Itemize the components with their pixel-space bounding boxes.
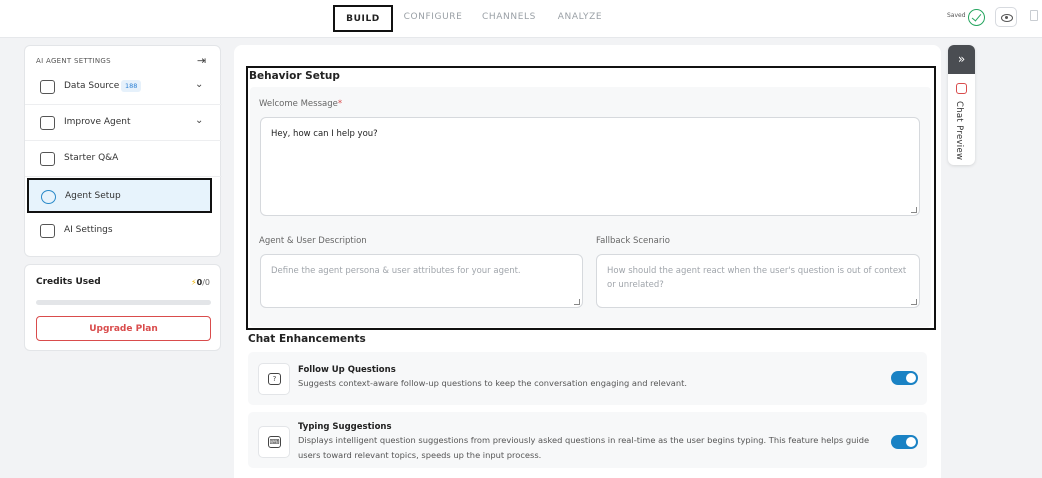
chevron-down-icon[interactable]: ⌄ <box>195 79 203 90</box>
sidebar-item-label: Data Source <box>64 81 120 91</box>
qa-icon <box>40 152 55 166</box>
typing-suggestions-title: Typing Suggestions <box>298 422 392 432</box>
welcome-message-label: Welcome Message* <box>259 99 342 109</box>
sidebar-item-label: Starter Q&A <box>64 153 119 163</box>
chevron-down-icon[interactable]: ⌄ <box>195 115 203 126</box>
follow-up-questions-description: Suggests context-aware follow-up questio… <box>298 378 688 388</box>
sidebar: AI AGENT SETTINGS ⇥ Data Source 188 ⌄ Im… <box>24 45 222 257</box>
double-chevron-right-icon[interactable]: » <box>948 45 975 74</box>
follow-up-questions-card: ? Follow Up Questions Suggests context-a… <box>248 352 927 405</box>
sidebar-item-label: AI Settings <box>64 225 113 235</box>
credits-progress-bar <box>36 300 211 305</box>
sidebar-item-improve-agent[interactable]: Improve Agent ⌄ <box>25 106 222 141</box>
sidebar-item-data-source[interactable]: Data Source 188 ⌄ <box>25 70 222 105</box>
welcome-message-label-text: Welcome Message <box>259 99 338 109</box>
ai-settings-icon <box>40 224 55 238</box>
tab-channels[interactable]: CHANNELS <box>479 5 539 32</box>
behavior-setup-section: Behavior Setup Welcome Message* Hey, how… <box>246 66 936 330</box>
tab-analyze[interactable]: ANALYZE <box>554 5 606 32</box>
agent-user-description-placeholder: Define the agent persona & user attribut… <box>271 266 521 276</box>
credits-title: Credits Used <box>36 277 101 287</box>
chat-enhancements-title: Chat Enhancements <box>248 333 366 345</box>
agent-user-description-label: Agent & User Description <box>259 236 367 246</box>
sidebar-item-starter-qa[interactable]: Starter Q&A <box>25 142 222 177</box>
document-icon[interactable] <box>1030 10 1038 21</box>
sidebar-item-label: Improve Agent <box>64 117 131 127</box>
credits-total-value: /0 <box>202 278 210 287</box>
question-bubble-icon: ? <box>258 363 290 395</box>
resize-handle-icon[interactable] <box>574 299 580 305</box>
collapse-sidebar-icon[interactable]: ⇥ <box>197 54 206 67</box>
upgrade-plan-button[interactable]: Upgrade Plan <box>36 316 211 341</box>
cloud-upload-icon <box>40 80 55 94</box>
robot-icon <box>40 116 55 130</box>
welcome-message-value: Hey, how can I help you? <box>271 129 378 139</box>
follow-up-questions-title: Follow Up Questions <box>298 365 396 375</box>
credits-count: ⚡0/0 <box>191 278 210 287</box>
sidebar-title: AI AGENT SETTINGS <box>36 57 111 65</box>
tab-configure[interactable]: CONFIGURE <box>401 5 465 32</box>
typing-suggestions-card: ⌨ Typing Suggestions Displays intelligen… <box>248 412 927 468</box>
keyboard-suggestion-icon: ⌨ <box>258 426 290 458</box>
sidebar-item-ai-settings[interactable]: AI Settings <box>25 214 222 249</box>
fallback-scenario-placeholder: How should the agent react when the user… <box>607 266 907 290</box>
resize-handle-icon[interactable] <box>911 299 917 305</box>
fallback-scenario-input[interactable]: How should the agent react when the user… <box>596 254 920 308</box>
typing-suggestions-toggle[interactable] <box>891 435 918 449</box>
typing-suggestions-description: Displays intelligent question suggestion… <box>298 435 870 460</box>
sidebar-item-label: Agent Setup <box>65 191 121 201</box>
required-marker: * <box>337 99 343 109</box>
behavior-setup-panel: Welcome Message* Hey, how can I help you… <box>250 87 931 327</box>
saved-status-label: Saved <box>947 12 966 19</box>
welcome-message-input[interactable]: Hey, how can I help you? <box>260 117 920 216</box>
follow-up-questions-toggle[interactable] <box>891 371 918 385</box>
preview-eye-button[interactable] <box>995 7 1017 27</box>
chat-bot-icon <box>956 83 967 94</box>
agent-user-description-input[interactable]: Define the agent persona & user attribut… <box>260 254 583 308</box>
resize-handle-icon[interactable] <box>911 207 917 213</box>
credits-card: Credits Used ⚡0/0 Upgrade Plan <box>24 264 221 351</box>
chat-preview-label: Chat Preview <box>954 101 964 161</box>
behavior-setup-title: Behavior Setup <box>249 70 340 82</box>
data-source-count-badge: 188 <box>121 80 142 92</box>
tab-build[interactable]: BUILD <box>333 5 393 32</box>
chat-preview-tab[interactable]: » Chat Preview <box>948 45 975 165</box>
sidebar-item-agent-setup[interactable]: Agent Setup <box>27 178 212 213</box>
gear-icon <box>41 190 56 204</box>
check-circle-icon <box>968 9 985 26</box>
top-bar: BUILD CONFIGURE CHANNELS ANALYZE Saved <box>0 0 1042 38</box>
fallback-scenario-label: Fallback Scenario <box>596 236 670 246</box>
